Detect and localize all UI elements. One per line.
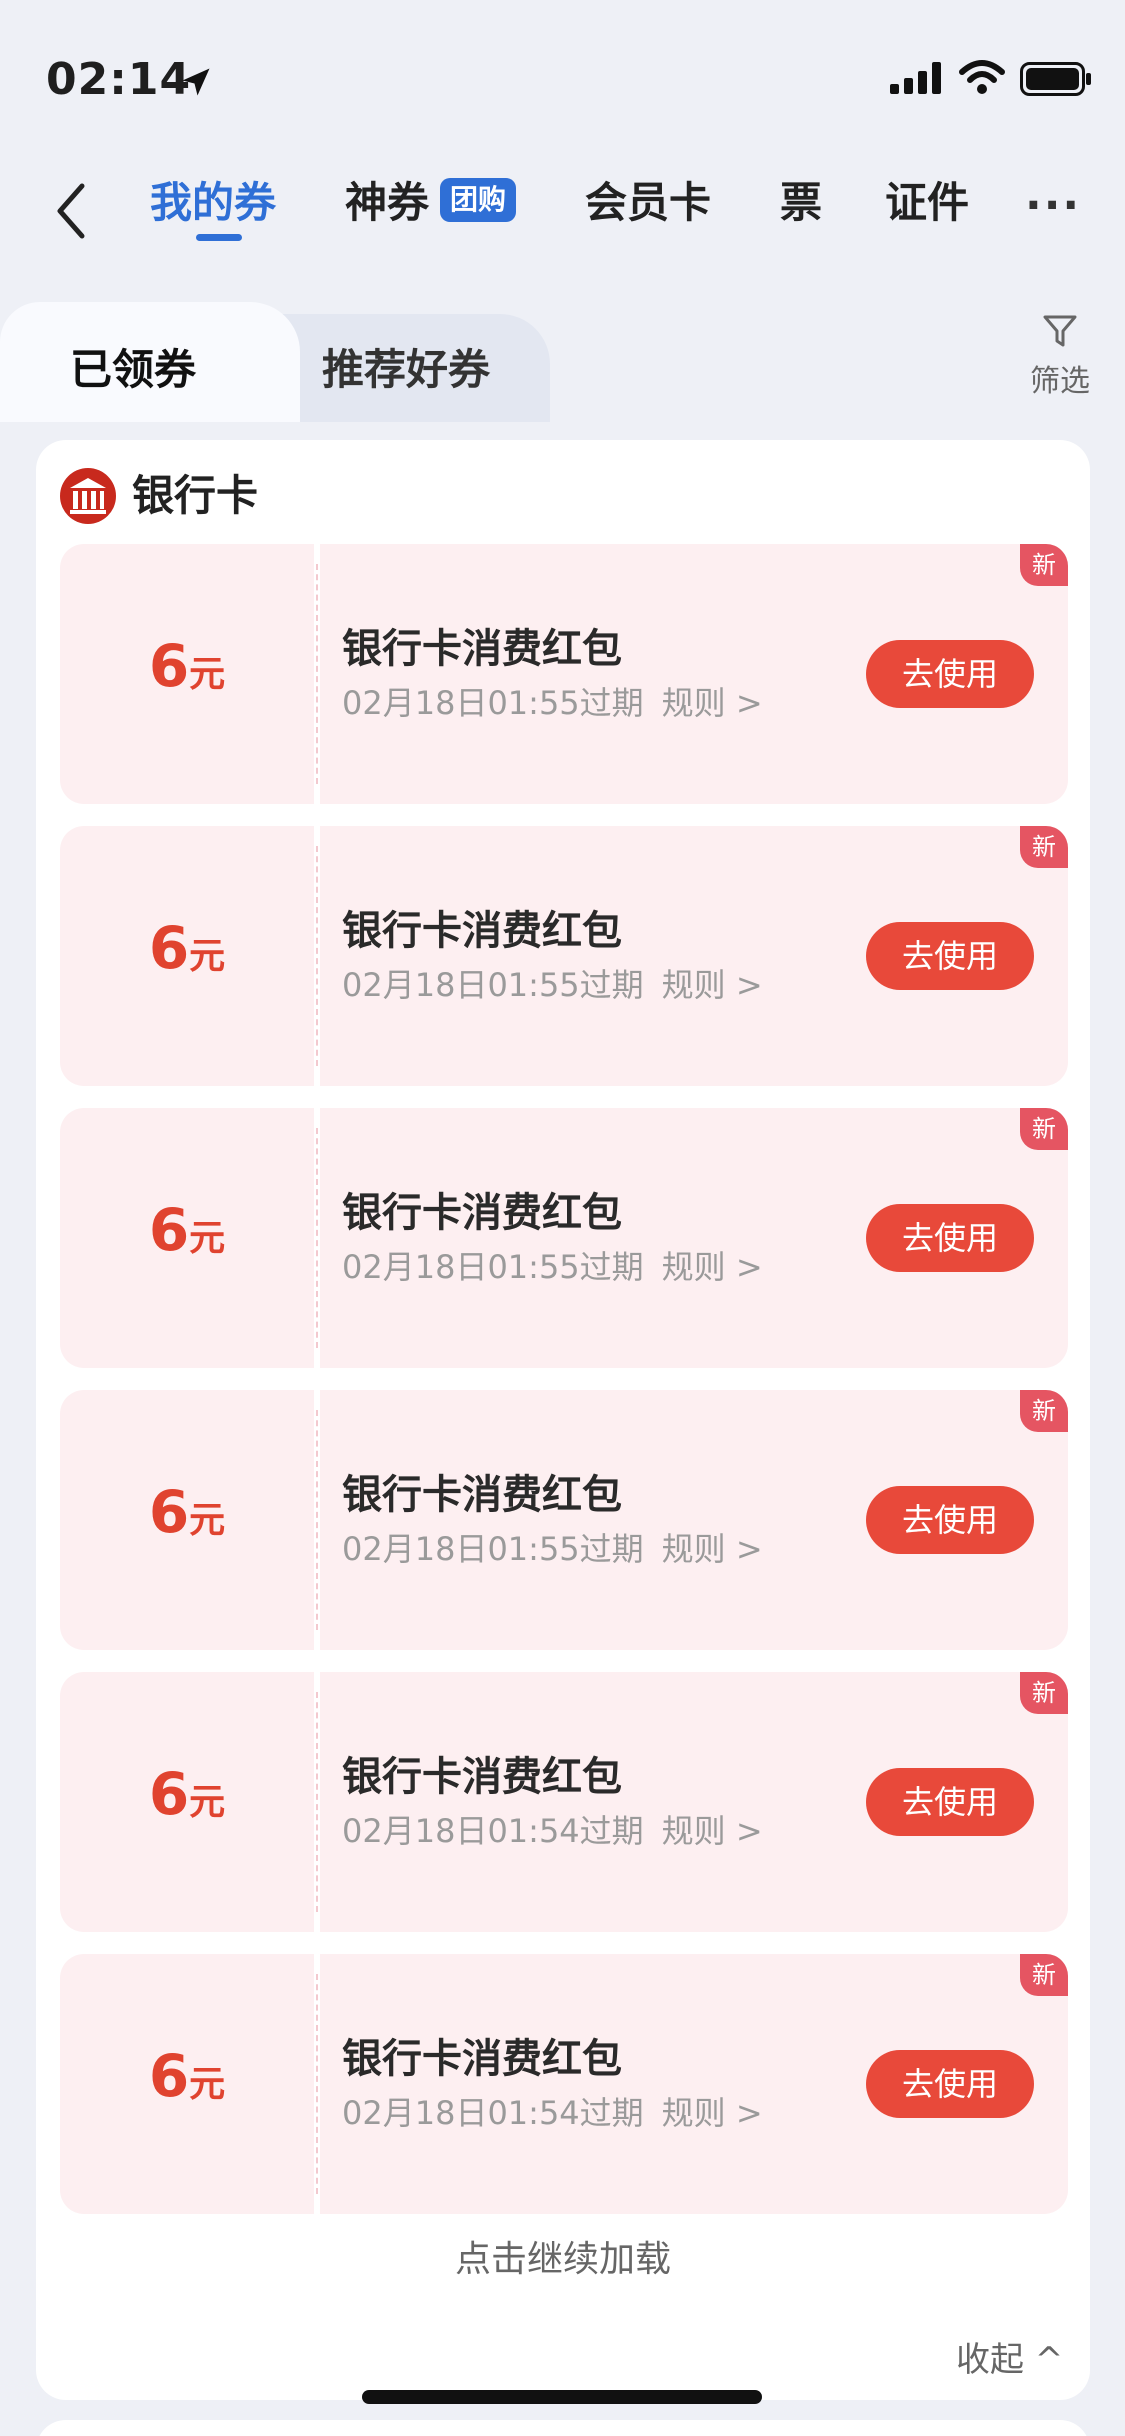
- status-bar: 02:14: [0, 0, 1125, 150]
- coupon-title: 银行卡消费红包: [342, 1754, 622, 1800]
- filter-label: 筛选: [1030, 364, 1090, 399]
- coupon-expiry: 02月18日01:54过期: [342, 1812, 644, 1850]
- coupon-expiry-line: 02月18日01:55过期 规则 >: [342, 1524, 763, 1570]
- top-nav: 我的券 神券 团购 会员卡 票 证件 ···: [0, 150, 1125, 280]
- coupon-expiry: 02月18日01:55过期: [342, 966, 644, 1004]
- coupon-card-container: 银行卡 6元 银行卡消费红包 02月18日01:55过期 规则 > 去使用 新 6…: [36, 440, 1090, 2400]
- cellular-signal-icon: [890, 62, 946, 98]
- coupon-title: 银行卡消费红包: [342, 1190, 622, 1236]
- coupon-title: 银行卡消费红包: [342, 908, 622, 954]
- coupon-amount-unit: 元: [189, 2064, 226, 2105]
- coupon-amount-value: 6: [148, 2042, 190, 2110]
- coupon-expiry-line: 02月18日01:54过期 规则 >: [342, 2088, 763, 2134]
- new-badge: 新: [1020, 544, 1068, 586]
- coupon-rule-link[interactable]: 规则 >: [662, 1530, 763, 1568]
- next-card-edge: [36, 2420, 1090, 2436]
- coupon-divider: [316, 846, 318, 1066]
- coupon-divider: [316, 1692, 318, 1912]
- status-time: 02:14: [46, 54, 192, 105]
- coupon-expiry-line: 02月18日01:55过期 规则 >: [342, 960, 763, 1006]
- load-more-button[interactable]: 点击继续加载: [36, 2230, 1090, 2282]
- coupon-amount-value: 6: [148, 632, 190, 700]
- subtab-claimed[interactable]: 已领券: [70, 336, 196, 397]
- coupon-expiry: 02月18日01:54过期: [342, 2094, 644, 2132]
- coupon-card[interactable]: 6元 银行卡消费红包 02月18日01:54过期 规则 > 去使用 新: [60, 1672, 1068, 1932]
- coupon-card[interactable]: 6元 银行卡消费红包 02月18日01:55过期 规则 > 去使用 新: [60, 1390, 1068, 1650]
- coupon-amount: 6元: [60, 1478, 314, 1546]
- tab-documents[interactable]: 证件: [885, 175, 969, 231]
- coupon-card[interactable]: 6元 银行卡消费红包 02月18日01:54过期 规则 > 去使用 新: [60, 1954, 1068, 2214]
- coupon-title: 银行卡消费红包: [342, 626, 622, 672]
- coupon-amount-unit: 元: [189, 936, 226, 977]
- coupon-amount: 6元: [60, 632, 314, 700]
- coupon-expiry: 02月18日01:55过期: [342, 684, 644, 722]
- coupon-amount: 6元: [60, 914, 314, 982]
- wifi-icon: [958, 60, 1006, 100]
- coupon-amount: 6元: [60, 1196, 314, 1264]
- new-badge: 新: [1020, 1390, 1068, 1432]
- tab-my-coupons[interactable]: 我的券: [150, 175, 276, 231]
- coupon-rule-link[interactable]: 规则 >: [662, 1812, 763, 1850]
- coupon-amount-value: 6: [148, 914, 190, 982]
- new-badge: 新: [1020, 1108, 1068, 1150]
- tab-membership-cards[interactable]: 会员卡: [585, 175, 711, 231]
- coupon-expiry-line: 02月18日01:55过期 规则 >: [342, 1242, 763, 1288]
- coupon-amount-unit: 元: [189, 1500, 226, 1541]
- new-badge: 新: [1020, 1954, 1068, 1996]
- coupon-card[interactable]: 6元 银行卡消费红包 02月18日01:55过期 规则 > 去使用 新: [60, 1108, 1068, 1368]
- coupon-divider: [316, 1128, 318, 1348]
- more-icon[interactable]: ···: [1025, 180, 1081, 231]
- coupon-amount: 6元: [60, 2042, 314, 2110]
- active-tab-indicator: [196, 234, 242, 241]
- coupon-title: 银行卡消费红包: [342, 2036, 622, 2082]
- group-buy-badge: 团购: [440, 178, 517, 222]
- filter-icon: [1041, 315, 1079, 354]
- collapse-button[interactable]: 收起 ^: [956, 2332, 1063, 2381]
- use-coupon-button[interactable]: 去使用: [866, 640, 1034, 708]
- back-button[interactable]: [48, 176, 98, 246]
- coupon-divider: [316, 1974, 318, 2194]
- coupon-amount-value: 6: [148, 1196, 190, 1264]
- coupon-amount-value: 6: [148, 1478, 190, 1546]
- tab-tickets[interactable]: 票: [780, 175, 822, 231]
- coupon-amount-unit: 元: [189, 654, 226, 695]
- battery-icon: [1020, 62, 1092, 100]
- coupon-amount-unit: 元: [189, 1782, 226, 1823]
- coupon-expiry: 02月18日01:55过期: [342, 1530, 644, 1568]
- use-coupon-button[interactable]: 去使用: [866, 922, 1034, 990]
- coupon-divider: [316, 564, 318, 784]
- tab-super-coupons[interactable]: 神券: [345, 175, 429, 231]
- filter-button[interactable]: 筛选: [1020, 312, 1100, 400]
- coupon-divider: [316, 1410, 318, 1630]
- use-coupon-button[interactable]: 去使用: [866, 2050, 1034, 2118]
- coupon-expiry-line: 02月18日01:54过期 规则 >: [342, 1806, 763, 1852]
- coupon-amount-value: 6: [148, 1760, 190, 1828]
- coupon-card[interactable]: 6元 银行卡消费红包 02月18日01:55过期 规则 > 去使用 新: [60, 544, 1068, 804]
- use-coupon-button[interactable]: 去使用: [866, 1486, 1034, 1554]
- coupon-rule-link[interactable]: 规则 >: [662, 1248, 763, 1286]
- coupon-card[interactable]: 6元 银行卡消费红包 02月18日01:55过期 规则 > 去使用 新: [60, 826, 1068, 1086]
- subtab-recommended[interactable]: 推荐好券: [322, 336, 490, 397]
- use-coupon-button[interactable]: 去使用: [866, 1204, 1034, 1272]
- coupon-rule-link[interactable]: 规则 >: [662, 966, 763, 1004]
- new-badge: 新: [1020, 1672, 1068, 1714]
- new-badge: 新: [1020, 826, 1068, 868]
- coupon-title: 银行卡消费红包: [342, 1472, 622, 1518]
- coupon-expiry: 02月18日01:55过期: [342, 1248, 644, 1286]
- coupon-rule-link[interactable]: 规则 >: [662, 684, 763, 722]
- coupon-rule-link[interactable]: 规则 >: [662, 2094, 763, 2132]
- section-title: 银行卡: [132, 471, 259, 520]
- home-indicator: [362, 2390, 762, 2404]
- coupon-expiry-line: 02月18日01:55过期 规则 >: [342, 678, 763, 724]
- coupon-amount: 6元: [60, 1760, 314, 1828]
- coupon-amount-unit: 元: [189, 1218, 226, 1259]
- coupon-subtabs: 已领券 推荐好券 筛选: [0, 292, 1125, 422]
- bank-icon: [60, 468, 116, 524]
- use-coupon-button[interactable]: 去使用: [866, 1768, 1034, 1836]
- location-icon: [178, 64, 214, 104]
